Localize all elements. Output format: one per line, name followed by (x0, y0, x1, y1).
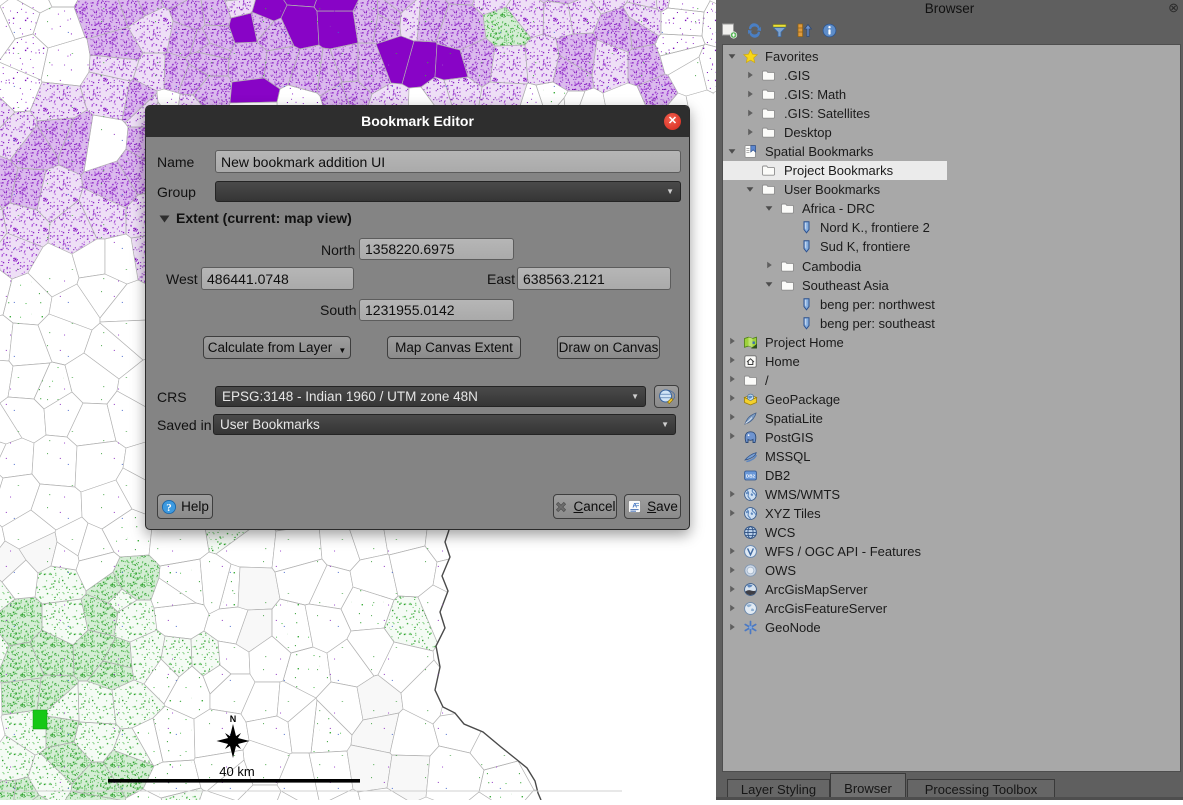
svg-text:N: N (230, 714, 237, 724)
svg-text:?: ? (166, 502, 172, 514)
svg-text:40 km: 40 km (219, 764, 254, 779)
svg-text:DB2: DB2 (746, 474, 756, 479)
